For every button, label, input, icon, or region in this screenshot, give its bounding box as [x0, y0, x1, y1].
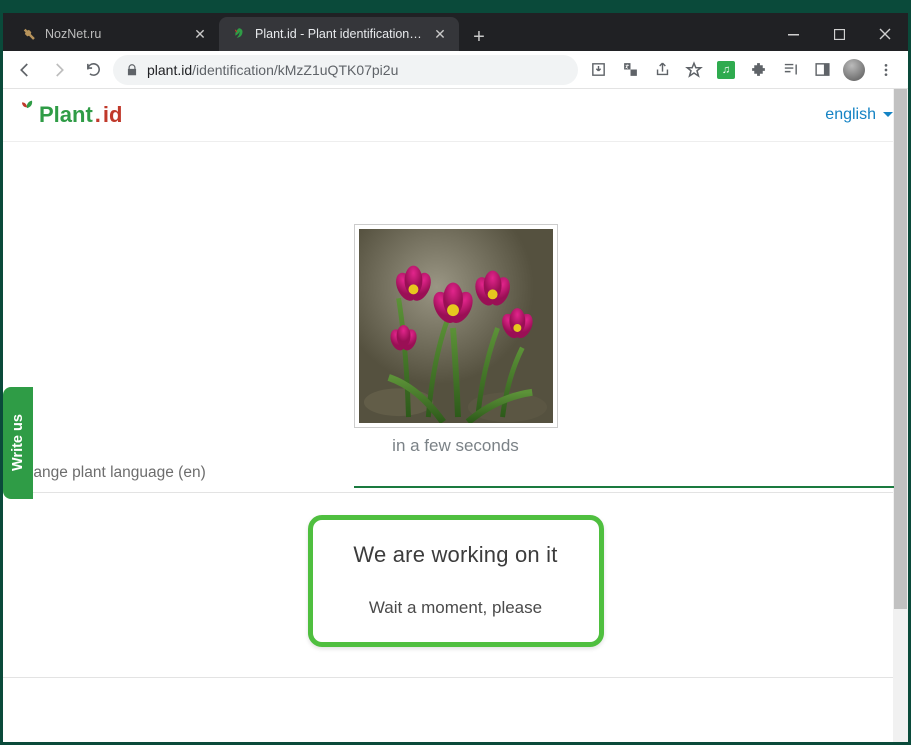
uploaded-image-thumbnail[interactable]: [354, 224, 558, 428]
eta-text: in a few seconds: [392, 436, 519, 456]
scrollbar[interactable]: [893, 89, 908, 742]
window-controls: [770, 17, 908, 51]
tab-title: NozNet.ru: [45, 27, 185, 41]
forward-button[interactable]: [45, 56, 73, 84]
translate-icon[interactable]: [616, 56, 644, 84]
close-icon[interactable]: ✕: [433, 27, 447, 41]
reading-list-icon[interactable]: [776, 56, 804, 84]
back-button[interactable]: [11, 56, 39, 84]
feedback-label: Write us: [10, 415, 26, 472]
install-app-icon[interactable]: [584, 56, 612, 84]
url-text: plant.id/identification/kMzZ1uQTK07pi2u: [147, 62, 398, 78]
address-bar[interactable]: plant.id/identification/kMzZ1uQTK07pi2u: [113, 55, 578, 85]
new-tab-button[interactable]: +: [465, 23, 493, 51]
extensions-icon[interactable]: [744, 56, 772, 84]
tab-title: Plant.id - Plant identification app: [255, 27, 425, 41]
callout-heading: We are working on it: [343, 542, 569, 568]
callout-subtext: Wait a moment, please: [343, 598, 569, 618]
logo-text-plant: Plant: [39, 102, 93, 128]
page-viewport: Plant.id english: [3, 89, 908, 742]
tab-plantid[interactable]: Plant.id - Plant identification app ✕: [219, 17, 459, 51]
minimize-button[interactable]: [770, 17, 816, 51]
side-panel-icon[interactable]: [808, 56, 836, 84]
site-header: Plant.id english: [3, 89, 908, 142]
feedback-tab[interactable]: Write us: [3, 387, 33, 499]
profile-avatar[interactable]: [840, 56, 868, 84]
close-window-button[interactable]: [862, 17, 908, 51]
close-icon[interactable]: ✕: [193, 27, 207, 41]
lock-icon: [125, 63, 139, 77]
logo-leaf-icon: [17, 100, 37, 118]
wrench-icon: [21, 26, 37, 42]
tab-strip: NozNet.ru ✕ Plant.id - Plant identificat…: [3, 13, 908, 51]
share-icon[interactable]: [648, 56, 676, 84]
change-plant-language-link[interactable]: change plant language (en): [17, 464, 206, 486]
menu-icon[interactable]: [872, 56, 900, 84]
status-callout: We are working on it Wait a moment, plea…: [308, 515, 604, 647]
extension-music-icon[interactable]: ♫: [712, 56, 740, 84]
tab-noznet[interactable]: NozNet.ru ✕: [9, 17, 219, 51]
browser-toolbar: plant.id/identification/kMzZ1uQTK07pi2u …: [3, 51, 908, 89]
maximize-button[interactable]: [816, 17, 862, 51]
language-selector[interactable]: english: [825, 106, 894, 124]
reload-button[interactable]: [79, 56, 107, 84]
bookmark-star-icon[interactable]: [680, 56, 708, 84]
leaf-icon: [231, 26, 247, 42]
language-label: english: [825, 106, 876, 124]
site-logo[interactable]: Plant.id: [17, 102, 122, 128]
logo-text-dot: .: [95, 102, 101, 128]
scrollbar-thumb[interactable]: [894, 89, 907, 609]
progress-bar: [354, 486, 894, 488]
logo-text-id: id: [103, 102, 123, 128]
